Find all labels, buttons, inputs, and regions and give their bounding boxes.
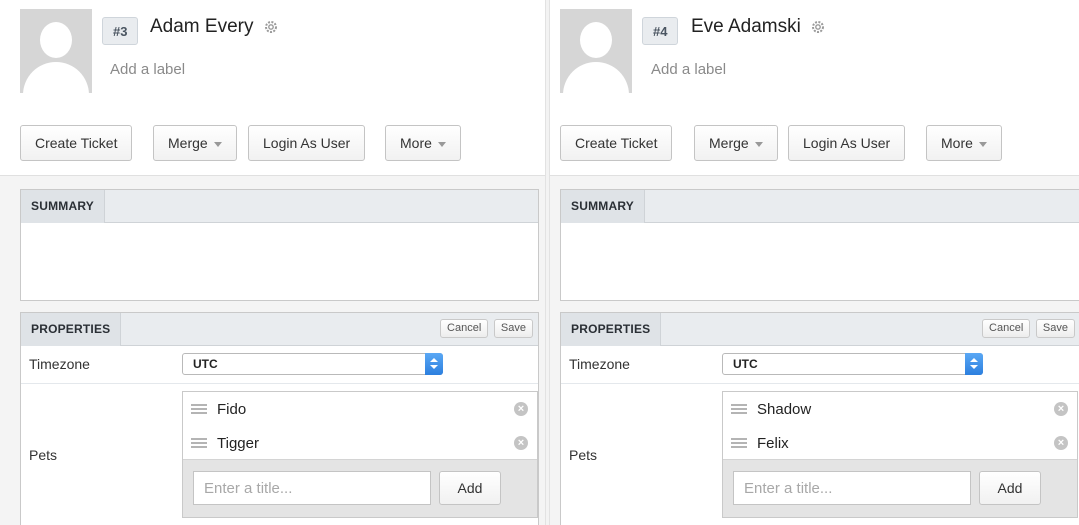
more-button[interactable]: More — [385, 125, 461, 161]
cancel-button[interactable]: Cancel — [982, 319, 1031, 338]
pets-add-row: Add — [723, 459, 1077, 517]
pets-label: Pets — [29, 447, 58, 463]
properties-actions: Cancel Save — [980, 319, 1075, 338]
user-name: Adam Every — [150, 16, 254, 37]
timezone-row: Timezone UTC — [21, 346, 538, 384]
user-id-badge: #4 — [642, 17, 679, 45]
timezone-label: Timezone — [29, 356, 90, 372]
user-name-heading: Adam Every — [150, 16, 279, 38]
properties-tab[interactable]: PROPERTIES — [21, 313, 122, 346]
add-label-link[interactable]: Add a label — [110, 61, 185, 78]
pet-name: Shadow — [757, 401, 812, 418]
more-button[interactable]: More — [926, 125, 1002, 161]
list-item: Fido × — [183, 392, 537, 426]
merge-button[interactable]: Merge — [694, 125, 778, 161]
pets-row: Pets Fido × Tigger × Add — [21, 384, 538, 525]
pet-name: Fido — [217, 401, 247, 418]
list-item: Shadow × — [723, 392, 1077, 426]
drag-handle-icon[interactable] — [191, 404, 207, 414]
gear-icon[interactable] — [263, 19, 279, 35]
add-label-link[interactable]: Add a label — [651, 61, 726, 78]
merge-label: Merge — [709, 135, 749, 151]
summary-tab[interactable]: SUMMARY — [561, 190, 645, 223]
user-profile-pane-right: #4 Eve Adamski Add a label Create Ticket… — [550, 0, 1079, 525]
summary-body[interactable] — [21, 223, 538, 299]
pet-title-input[interactable] — [193, 471, 431, 505]
properties-panel: PROPERTIES Cancel Save Timezone UTC Pets — [560, 312, 1079, 525]
main-area: SUMMARY PROPERTIES Cancel Save Timezone … — [550, 175, 1079, 525]
drag-handle-icon[interactable] — [731, 438, 747, 448]
properties-header: PROPERTIES Cancel Save — [561, 313, 1079, 346]
timezone-label: Timezone — [569, 356, 630, 372]
main-area: SUMMARY PROPERTIES Cancel Save Timezone … — [0, 175, 545, 525]
properties-panel: PROPERTIES Cancel Save Timezone UTC Pets — [20, 312, 539, 525]
save-button[interactable]: Save — [1035, 319, 1075, 338]
chevron-down-icon — [437, 141, 446, 147]
timezone-value: UTC — [733, 357, 758, 371]
summary-panel: SUMMARY — [560, 189, 1079, 301]
merge-label: Merge — [168, 135, 208, 151]
more-label: More — [941, 135, 973, 151]
create-ticket-button[interactable]: Create Ticket — [560, 125, 673, 161]
drag-handle-icon[interactable] — [731, 404, 747, 414]
remove-circle-icon[interactable]: × — [514, 436, 528, 450]
pets-list: Fido × Tigger × Add — [182, 391, 538, 518]
pets-row: Pets Shadow × Felix × Add — [561, 384, 1079, 525]
pets-add-row: Add — [183, 459, 537, 517]
login-as-user-label: Login As User — [263, 135, 351, 151]
summary-header: SUMMARY — [21, 190, 538, 223]
pets-list: Shadow × Felix × Add — [722, 391, 1078, 518]
timezone-row: Timezone UTC — [561, 346, 1079, 384]
properties-tab[interactable]: PROPERTIES — [561, 313, 662, 346]
more-label: More — [400, 135, 432, 151]
user-profile-pane-left: #3 Adam Every Add a label Create Ticket … — [0, 0, 545, 525]
chevron-down-icon — [754, 141, 763, 147]
avatar — [20, 9, 92, 93]
list-item: Felix × — [723, 426, 1077, 460]
drag-handle-icon[interactable] — [191, 438, 207, 448]
add-pet-button[interactable]: Add — [979, 471, 1041, 505]
chevron-down-icon — [213, 141, 222, 147]
select-arrows-icon — [965, 353, 983, 375]
pet-name: Tigger — [217, 435, 259, 452]
properties-actions: Cancel Save — [438, 319, 533, 338]
timezone-select[interactable]: UTC — [182, 353, 443, 375]
login-as-user-label: Login As User — [803, 135, 891, 151]
add-pet-button[interactable]: Add — [439, 471, 501, 505]
save-button[interactable]: Save — [493, 319, 533, 338]
summary-tab[interactable]: SUMMARY — [21, 190, 105, 223]
user-name: Eve Adamski — [691, 16, 801, 37]
login-as-user-button[interactable]: Login As User — [248, 125, 366, 161]
user-id-badge: #3 — [102, 17, 139, 45]
list-item: Tigger × — [183, 426, 537, 460]
create-ticket-label: Create Ticket — [575, 135, 658, 151]
cancel-button[interactable]: Cancel — [440, 319, 489, 338]
remove-circle-icon[interactable]: × — [514, 402, 528, 416]
create-ticket-label: Create Ticket — [35, 135, 118, 151]
select-arrows-icon — [425, 353, 443, 375]
gear-icon[interactable] — [810, 19, 826, 35]
properties-header: PROPERTIES Cancel Save — [21, 313, 538, 346]
user-name-heading: Eve Adamski — [691, 16, 826, 38]
pets-label: Pets — [569, 447, 598, 463]
summary-header: SUMMARY — [561, 190, 1079, 223]
summary-panel: SUMMARY — [20, 189, 539, 301]
summary-body[interactable] — [561, 223, 1079, 299]
remove-circle-icon[interactable]: × — [1054, 402, 1068, 416]
timezone-select[interactable]: UTC — [722, 353, 983, 375]
timezone-value: UTC — [193, 357, 218, 371]
avatar — [560, 9, 632, 93]
merge-button[interactable]: Merge — [153, 125, 237, 161]
pet-name: Felix — [757, 435, 789, 452]
login-as-user-button[interactable]: Login As User — [788, 125, 906, 161]
remove-circle-icon[interactable]: × — [1054, 436, 1068, 450]
create-ticket-button[interactable]: Create Ticket — [20, 125, 133, 161]
chevron-down-icon — [978, 141, 987, 147]
pet-title-input[interactable] — [733, 471, 971, 505]
